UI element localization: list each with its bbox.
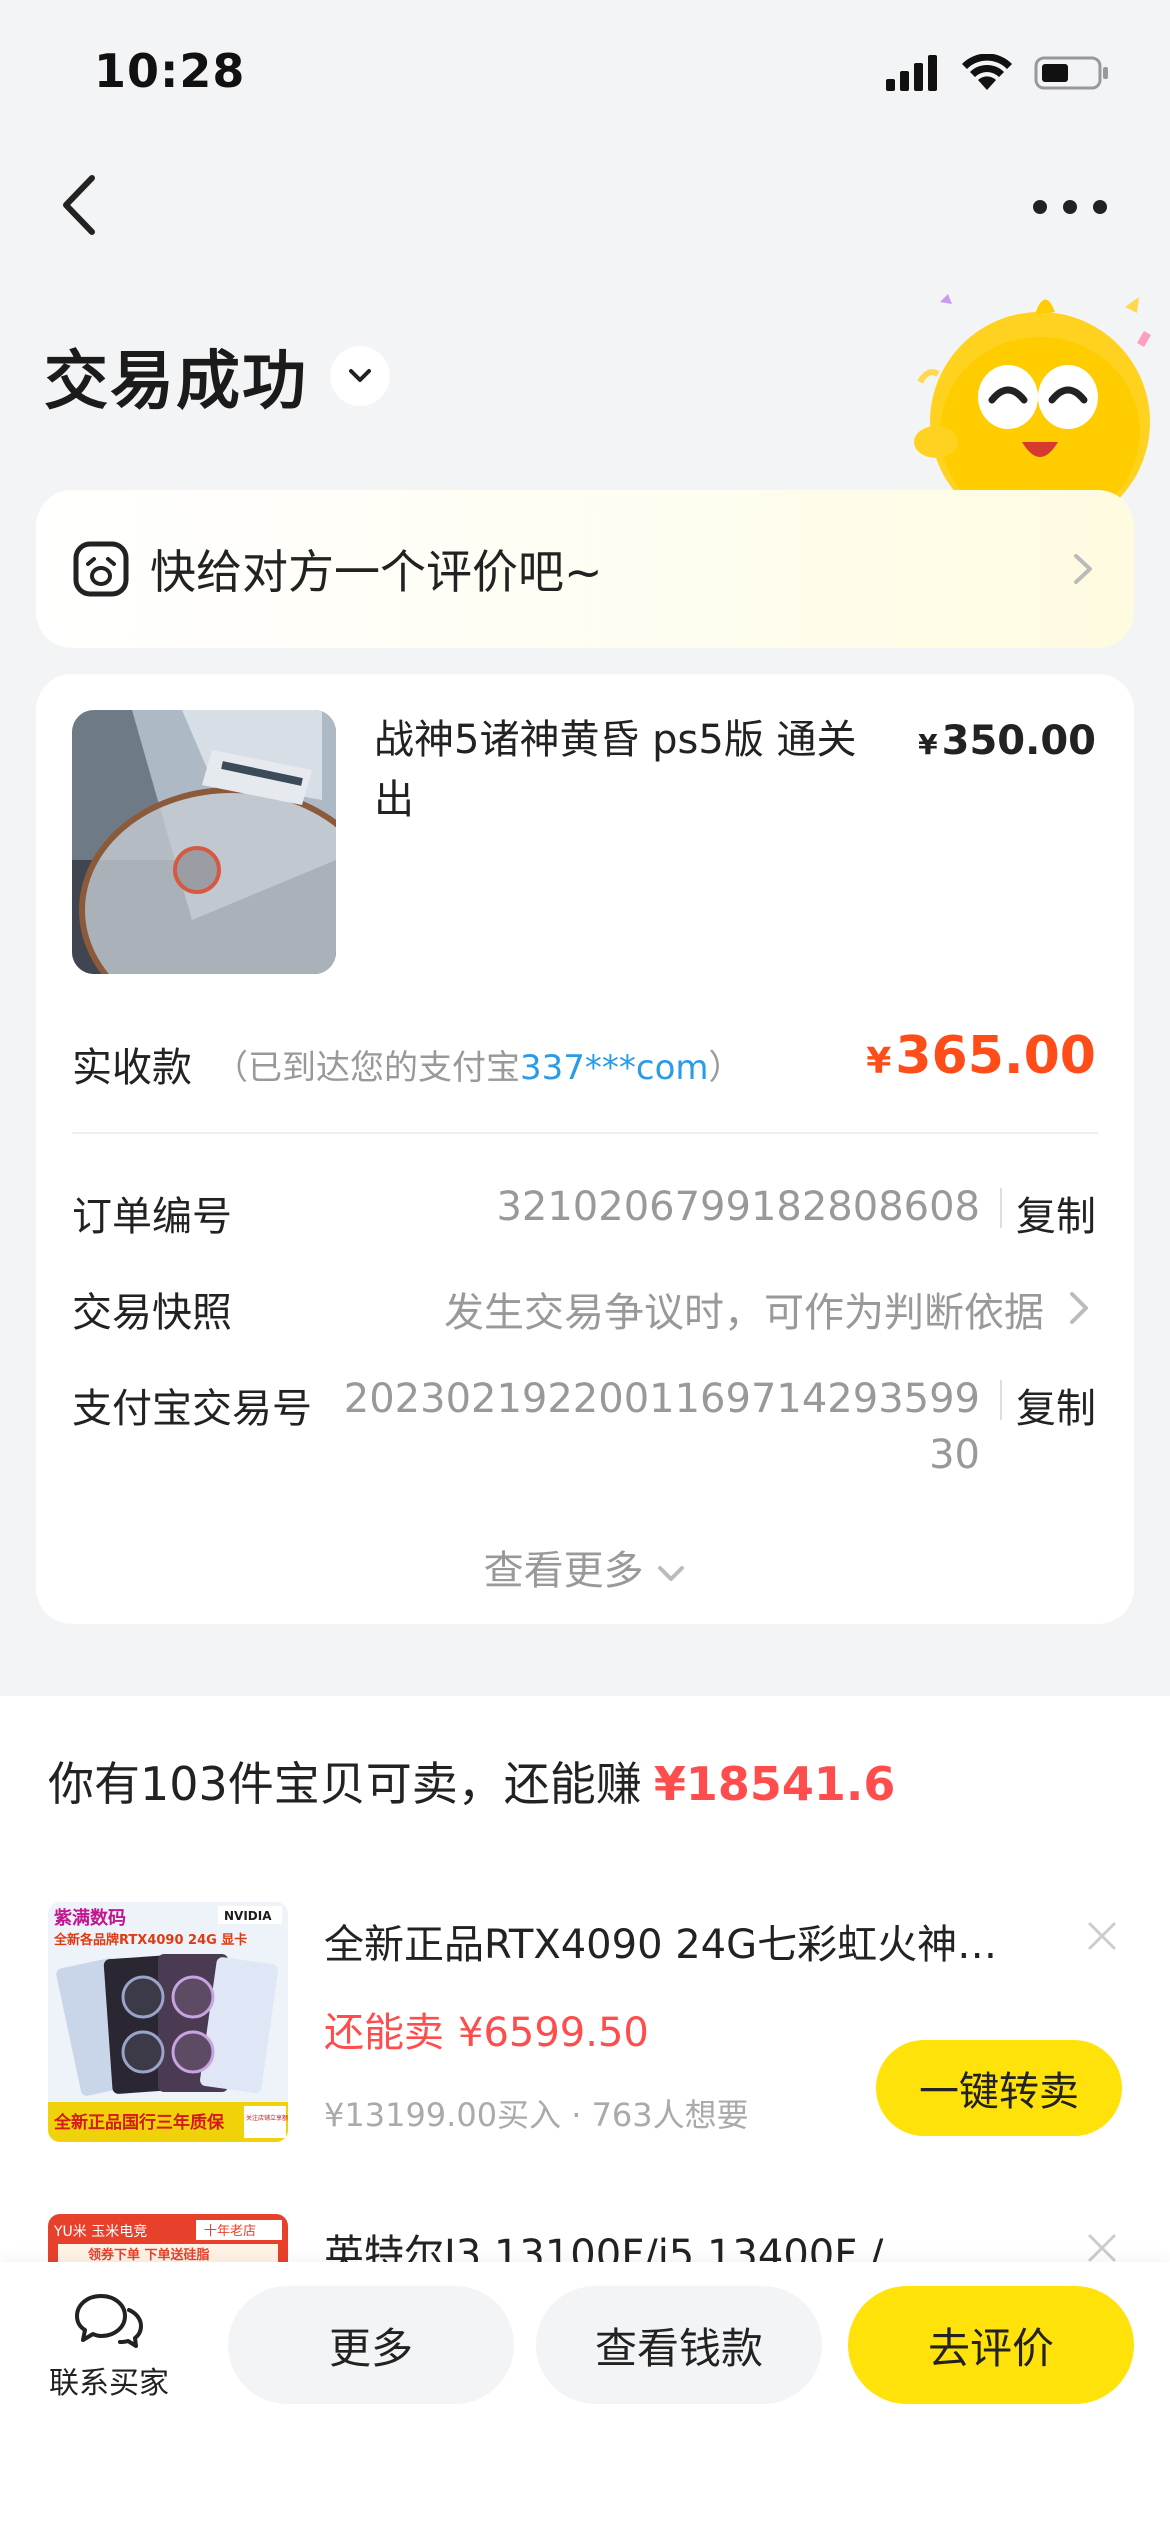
back-arrow-icon[interactable] <box>54 170 114 240</box>
thumb-brand: YU米 玉米电竞 <box>53 2223 147 2240</box>
title-row[interactable]: 交易成功 <box>44 330 390 422</box>
received-note: （已到达您的支付宝337***com） <box>214 1040 743 1089</box>
received-amount-value: 365.00 <box>895 1026 1096 1086</box>
thumb-line1: 全新各品牌RTX4090 24G 显卡 <box>53 1932 247 1948</box>
product-price-value: 350.00 <box>941 718 1096 764</box>
received-amount: ¥365.00 <box>866 1026 1096 1086</box>
received-amount-label: 实收款 <box>72 1045 192 1091</box>
thumb-line1: 领券下单 下单送硅脂 <box>88 2247 210 2262</box>
resell-item-title[interactable]: 全新正品RTX4090 24G七彩虹火神… <box>324 1912 1044 1970</box>
title-chevron-icon[interactable] <box>330 346 390 406</box>
see-more-button[interactable]: 查看更多 <box>0 1538 1170 1596</box>
received-note-prefix: （已到达您的支付宝 <box>214 1048 520 1088</box>
close-icon[interactable] <box>1086 2232 1118 2264</box>
resell-earn-amount: ¥18541.6 <box>653 1757 896 1811</box>
currency-symbol: ¥ <box>866 1041 892 1082</box>
resell-headline: 你有103件宝贝可卖，还能赚 ¥18541.6 <box>48 1748 895 1814</box>
thumb-footer: 全新正品国行三年质保 <box>53 2112 225 2133</box>
chevron-right-icon <box>1074 554 1092 584</box>
alipay-trade-number-line2: 30 <box>929 1432 980 1478</box>
resell-headline-text: 你有103件宝贝可卖，还能赚 <box>48 1757 642 1811</box>
product-image[interactable] <box>72 710 336 974</box>
copy-order-number-button[interactable]: 复制 <box>1016 1184 1096 1242</box>
contact-buyer-label: 联系买家 <box>49 2366 169 2401</box>
order-number-value: 3210206799182808608 <box>496 1184 980 1230</box>
review-prompt-text: 快给对方一个评价吧~ <box>150 545 603 599</box>
divider <box>72 1132 1098 1134</box>
chat-icon <box>75 2294 143 2348</box>
resell-price-value: ¥6599.50 <box>458 2010 649 2056</box>
copy-alipay-trade-number-button[interactable]: 复制 <box>1016 1376 1096 1434</box>
gpu-thumbnail: 紫满数码 全新各品牌RTX4090 24G 显卡 NVIDIA 全新正品国行三年… <box>48 1902 288 2142</box>
status-icons <box>886 50 1110 96</box>
alipay-account: 337***com <box>520 1048 709 1088</box>
resell-item-meta: ¥13199.00买入 · 763人想要 <box>324 2096 749 2134</box>
separator <box>1000 1188 1002 1228</box>
resell-price-label: 还能卖 <box>324 2010 444 2056</box>
trade-snapshot-label: 交易快照 <box>72 1290 232 1336</box>
cpu-product-image[interactable]: YU米 玉米电竞 十年老店 领券下单 下单送硅脂 <box>48 2214 288 2262</box>
see-more-label: 查看更多 <box>483 1548 644 1594</box>
review-prompt-banner[interactable]: 快给对方一个评价吧~ <box>36 490 1134 648</box>
close-icon[interactable] <box>1086 1920 1118 1952</box>
chevron-right-icon[interactable] <box>1066 1286 1094 1330</box>
thumb-tag: 十年老店 <box>204 2224 256 2239</box>
chevron-down-icon <box>658 1566 685 1581</box>
contact-buyer-button[interactable]: 联系买家 <box>44 2290 174 2402</box>
view-payment-button[interactable]: 查看钱款 <box>536 2286 822 2404</box>
thumb-tag: 关注店铺立享额外优惠 <box>246 2114 288 2122</box>
product-price: ¥350.00 <box>918 718 1096 764</box>
thumb-brand: 紫满数码 <box>54 1907 126 1929</box>
gpu-product-image[interactable]: 紫满数码 全新各品牌RTX4090 24G 显卡 NVIDIA 全新正品国行三年… <box>48 1902 288 2142</box>
status-time: 10:28 <box>94 44 246 98</box>
order-number-label: 订单编号 <box>72 1194 232 1240</box>
mascot-illustration <box>914 294 1151 512</box>
battery-icon <box>1034 56 1108 90</box>
wifi-icon <box>962 54 1012 90</box>
separator <box>1000 1380 1002 1420</box>
game-disc-photo <box>72 710 336 974</box>
alipay-trade-number-label: 支付宝交易号 <box>72 1386 312 1432</box>
signal-icon <box>886 55 937 91</box>
received-note-suffix: ） <box>708 1048 743 1088</box>
product-title[interactable]: 战神5诸神黄昏 ps5版 通关出 <box>374 710 894 830</box>
page-title: 交易成功 <box>44 345 308 419</box>
one-click-resell-button[interactable]: 一键转卖 <box>876 2040 1122 2136</box>
more-options-icon[interactable] <box>1030 195 1110 219</box>
go-review-button[interactable]: 去评价 <box>848 2286 1134 2404</box>
alipay-trade-number-line1: 2023021922001169714293599 <box>343 1376 980 1422</box>
cpu-thumbnail: YU米 玉米电竞 十年老店 领券下单 下单送硅脂 <box>48 2214 288 2262</box>
thumb-nvidia: NVIDIA <box>224 1909 272 1923</box>
more-button[interactable]: 更多 <box>228 2286 514 2404</box>
currency-symbol: ¥ <box>918 728 938 761</box>
smiley-face-icon <box>73 541 129 597</box>
resell-price: 还能卖 ¥6599.50 <box>324 2000 649 2058</box>
trade-snapshot-value[interactable]: 发生交易争议时，可作为判断依据 <box>444 1280 1044 1338</box>
